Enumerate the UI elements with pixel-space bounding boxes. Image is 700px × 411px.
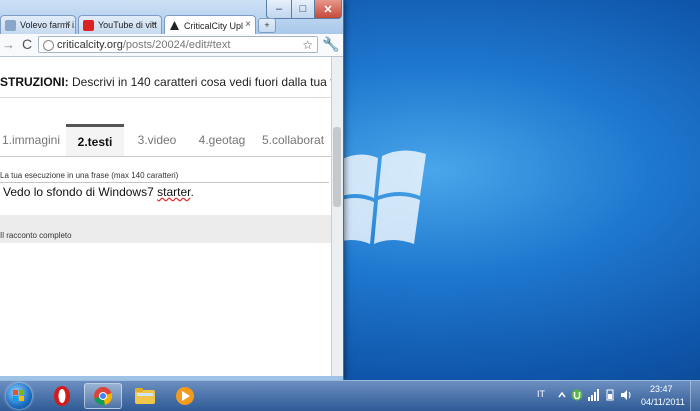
close-tab-icon[interactable]: × <box>245 19 251 30</box>
new-tab-button[interactable]: + <box>258 18 276 33</box>
forward-arrow-icon[interactable]: → <box>2 37 15 52</box>
title-bar: – □ ✕ Volevo farmi i... × YouTube di vit… <box>0 0 343 35</box>
globe-icon <box>43 40 54 51</box>
utorrent-icon[interactable] <box>571 389 583 401</box>
start-button[interactable] <box>6 383 32 409</box>
close-tab-icon[interactable]: × <box>151 19 157 30</box>
opera-taskbar-button[interactable] <box>43 383 81 409</box>
close-tab-icon[interactable]: × <box>65 19 71 30</box>
phrase-input[interactable]: Vedo lo sfondo di Windows7 starter. <box>0 182 329 216</box>
divider <box>0 97 331 98</box>
chrome-icon <box>94 387 113 406</box>
youtube-favicon-icon <box>83 19 94 31</box>
browser-toolbar: → C criticalcity.org/posts/20024/edit#te… <box>0 34 343 57</box>
phrase-text-end: . <box>190 185 194 199</box>
clock-time[interactable]: 23:47 <box>650 384 673 394</box>
url-text: criticalcity.org/posts/20024/edit#text <box>57 37 230 53</box>
upload-tabs: 1.immagini 2.testi 3.video 4.geotag 5.co… <box>0 124 331 157</box>
browser-tab-youtube[interactable]: YouTube di vitt × <box>78 15 162 34</box>
tab-geotag[interactable]: 4.geotag <box>192 124 252 156</box>
browser-tab-volevo[interactable]: Volevo farmi i... × <box>0 15 76 34</box>
volume-icon[interactable] <box>620 389 632 401</box>
url-path: /posts/20024/edit#text <box>122 39 231 51</box>
tab-label: CriticalCity Upl <box>184 20 244 31</box>
story-field-label: Il racconto completo <box>0 231 72 240</box>
tab-testi[interactable]: 2.testi <box>66 124 124 156</box>
network-signal-icon[interactable] <box>588 389 600 401</box>
story-textarea[interactable] <box>0 243 331 376</box>
chrome-taskbar-button[interactable] <box>84 383 122 409</box>
reload-icon[interactable]: C <box>22 36 32 52</box>
clock-date[interactable]: 04/11/2011 <box>641 397 685 407</box>
scrollbar-thumb[interactable] <box>333 127 341 207</box>
windows-logo-icon <box>332 150 426 244</box>
tab-label: YouTube di vitt <box>98 20 157 30</box>
bookmark-star-icon[interactable]: ☆ <box>302 37 313 53</box>
explorer-taskbar-button[interactable] <box>126 383 164 409</box>
criticalcity-favicon-icon <box>170 21 179 30</box>
show-desktop-button[interactable] <box>690 381 700 411</box>
maximize-button[interactable]: □ <box>291 0 315 19</box>
page-favicon-icon <box>5 19 16 31</box>
tab-video[interactable]: 3.video <box>128 124 186 156</box>
taskbar: IT 23:47 04/11/2011 <box>0 380 700 411</box>
browser-tab-criticalcity[interactable]: CriticalCity Upl × <box>164 15 256 35</box>
windows-flag-icon <box>13 390 24 401</box>
opera-icon <box>54 386 70 406</box>
phrase-field-label: La tua esecuzione in una frase (max 140 … <box>0 171 179 180</box>
address-bar[interactable]: criticalcity.org/posts/20024/edit#text ☆ <box>38 36 318 53</box>
minimize-button[interactable]: – <box>266 0 292 19</box>
vertical-scrollbar[interactable] <box>331 57 343 376</box>
instruction-body: Descrivi in 140 caratteri cosa vedi fuor… <box>72 75 331 89</box>
media-player-taskbar-button[interactable] <box>166 383 204 409</box>
tab-collaboratori[interactable]: 5.collaborat <box>262 124 331 156</box>
tab-immagini[interactable]: 1.immagini <box>0 124 62 156</box>
instruction-text: STRUZIONI: Descrivi in 140 caratteri cos… <box>0 75 331 89</box>
url-host: criticalcity.org <box>57 39 123 51</box>
browser-window: – □ ✕ Volevo farmi i... × YouTube di vit… <box>0 0 344 380</box>
close-window-button[interactable]: ✕ <box>314 0 342 19</box>
language-indicator[interactable]: IT <box>537 389 545 399</box>
media-player-icon <box>176 387 194 405</box>
wrench-menu-icon[interactable]: 🔧 <box>322 36 339 53</box>
battery-icon[interactable] <box>604 389 616 401</box>
phrase-input-value: Vedo lo sfondo di Windows7 starter. <box>3 185 194 199</box>
phrase-text-start: Vedo lo sfondo di Windows7 <box>3 185 158 199</box>
chevron-up-icon[interactable] <box>556 389 568 401</box>
folder-icon <box>135 388 155 404</box>
misspelled-word: starter <box>157 185 191 199</box>
instruction-label: STRUZIONI: <box>0 75 69 89</box>
page-content: STRUZIONI: Descrivi in 140 caratteri cos… <box>0 57 331 376</box>
